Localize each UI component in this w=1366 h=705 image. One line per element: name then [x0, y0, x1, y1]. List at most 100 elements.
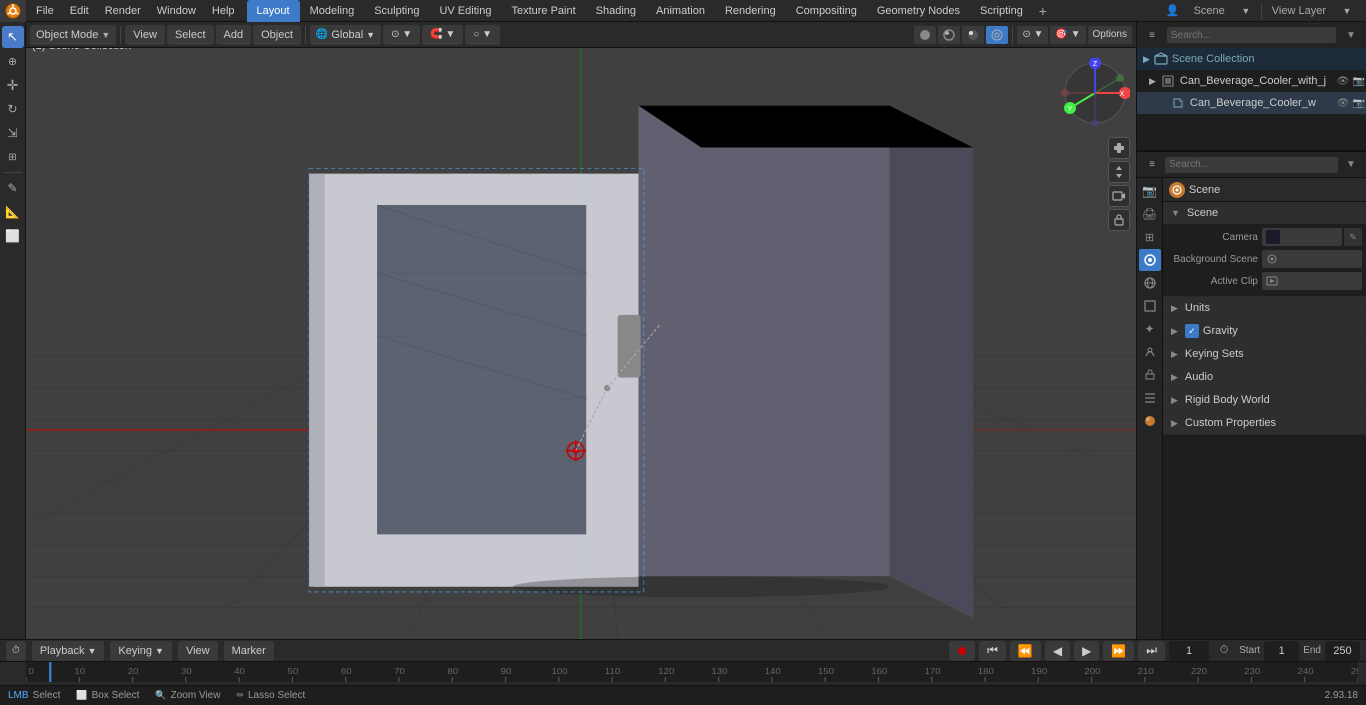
blender-logo[interactable]: [0, 0, 26, 22]
camera-view-btn[interactable]: [1108, 185, 1130, 207]
play-back-btn[interactable]: ◀: [1045, 641, 1070, 661]
prop-viewlayer-icon[interactable]: ⊞: [1139, 226, 1161, 248]
tool-add-cube[interactable]: ⬜: [2, 225, 24, 247]
item-render-icon-1[interactable]: 📷: [1352, 96, 1366, 110]
outliner-filter-btn[interactable]: ▼: [1340, 24, 1362, 46]
tab-modeling[interactable]: Modeling: [300, 0, 365, 22]
custom-properties-header[interactable]: ▶ Custom Properties: [1163, 412, 1366, 434]
timing-icon[interactable]: ⏱: [1213, 640, 1235, 662]
tab-rendering[interactable]: Rendering: [715, 0, 786, 22]
prop-constraints-icon[interactable]: [1139, 364, 1161, 386]
tab-sculpting[interactable]: Sculpting: [364, 0, 429, 22]
keying-btn[interactable]: Keying ▼: [110, 641, 172, 661]
tool-annotate[interactable]: ✎: [2, 177, 24, 199]
prop-render-icon[interactable]: 📷: [1139, 180, 1161, 202]
view-layer-icon[interactable]: View Layer: [1266, 0, 1332, 22]
tool-rotate[interactable]: ↻: [2, 98, 24, 120]
marker-btn[interactable]: Marker: [224, 641, 274, 661]
camera-edit-icon[interactable]: ✎: [1344, 228, 1362, 246]
snap-btn[interactable]: 🧲 ▼: [422, 25, 463, 45]
tab-texture-paint[interactable]: Texture Paint: [501, 0, 585, 22]
active-clip-value[interactable]: [1262, 272, 1362, 290]
viewport-shading-material[interactable]: [938, 26, 960, 44]
tool-measure[interactable]: 📐: [2, 201, 24, 223]
tool-scale[interactable]: ⇲: [2, 122, 24, 144]
tool-cursor[interactable]: ⊕: [2, 50, 24, 72]
view-layer-options-icon[interactable]: ▼: [1336, 0, 1358, 22]
timeline-track[interactable]: 0 10 20 30 40 50 60 70 80: [26, 662, 1358, 682]
scene-options-icon[interactable]: ▼: [1235, 0, 1257, 22]
overlays-btn[interactable]: ⊙ ▼: [1017, 26, 1048, 44]
tab-uv-editing[interactable]: UV Editing: [429, 0, 501, 22]
proportional-btn[interactable]: ○ ▼: [465, 25, 500, 45]
object-mode-dropdown[interactable]: Object Mode ▼: [30, 25, 116, 45]
camera-value[interactable]: [1262, 228, 1342, 246]
keying-sets-header[interactable]: ▶ Keying Sets: [1163, 343, 1366, 365]
frame-counter[interactable]: 1: [1169, 641, 1209, 661]
outliner-icon[interactable]: ≡: [1141, 24, 1163, 46]
step-back-btn[interactable]: ⏪: [1010, 641, 1041, 661]
transform-dropdown[interactable]: 🌐 Global ▼: [310, 25, 381, 45]
prop-physics-icon[interactable]: [1139, 341, 1161, 363]
viewport-gizmo[interactable]: X Y Z: [1060, 58, 1130, 128]
start-frame[interactable]: 1: [1264, 641, 1299, 661]
menu-window[interactable]: Window: [149, 0, 204, 22]
jump-end-btn[interactable]: ⏭: [1138, 641, 1165, 661]
scene-selector[interactable]: Scene: [1188, 0, 1231, 22]
object-menu[interactable]: Object: [253, 25, 301, 45]
prop-world-icon[interactable]: [1139, 272, 1161, 294]
add-menu[interactable]: Add: [216, 25, 252, 45]
record-btn[interactable]: [949, 641, 975, 661]
props-menu-icon[interactable]: ≡: [1141, 154, 1163, 176]
menu-edit[interactable]: Edit: [62, 0, 97, 22]
tab-animation[interactable]: Animation: [646, 0, 715, 22]
user-icon[interactable]: 👤: [1162, 0, 1184, 22]
background-scene-value[interactable]: [1262, 250, 1362, 268]
view-menu[interactable]: View: [125, 25, 165, 45]
pivot-dropdown[interactable]: ⊙ ▼: [383, 25, 420, 45]
gravity-header[interactable]: ▶ ✓ Gravity: [1163, 320, 1366, 342]
item-visibility-icon[interactable]: 👁: [1336, 74, 1350, 88]
tab-shading[interactable]: Shading: [586, 0, 646, 22]
options-btn[interactable]: Options: [1088, 26, 1132, 44]
jump-start-btn[interactable]: ⏮: [979, 641, 1006, 661]
timeline-scrollbar[interactable]: [1358, 662, 1366, 682]
outliner-search[interactable]: [1167, 27, 1336, 43]
gizmos-btn[interactable]: 🎯 ▼: [1050, 26, 1085, 44]
outliner-item-0[interactable]: ▶ Can_Beverage_Cooler_with_j 👁 📷: [1137, 70, 1366, 92]
gravity-checkbox[interactable]: ✓: [1185, 324, 1199, 338]
step-fwd-btn[interactable]: ⏩: [1103, 641, 1134, 661]
scene-section-header[interactable]: ▼ Scene: [1163, 202, 1366, 224]
viewport-3d-container[interactable]: User Perspective (1) Scene Collection X: [26, 22, 1136, 639]
properties-filter-icon[interactable]: ▼: [1340, 154, 1362, 176]
end-frame[interactable]: 250: [1325, 641, 1360, 661]
select-menu[interactable]: Select: [167, 25, 214, 45]
add-workspace-btn[interactable]: +: [1033, 1, 1053, 21]
menu-render[interactable]: Render: [97, 0, 149, 22]
tab-layout[interactable]: Layout: [247, 0, 300, 22]
playback-btn[interactable]: Playback ▼: [32, 641, 105, 661]
item-render-icon[interactable]: 📷: [1352, 74, 1366, 88]
pan-btn[interactable]: [1108, 161, 1130, 183]
rigid-body-header[interactable]: ▶ Rigid Body World: [1163, 389, 1366, 411]
properties-search[interactable]: [1165, 157, 1338, 173]
prop-data-icon[interactable]: [1139, 387, 1161, 409]
zoom-camera-btn[interactable]: [1108, 137, 1130, 159]
audio-header[interactable]: ▶ Audio: [1163, 366, 1366, 388]
lock-to-object-btn[interactable]: [1108, 209, 1130, 231]
tab-geometry-nodes[interactable]: Geometry Nodes: [867, 0, 970, 22]
tab-compositing[interactable]: Compositing: [786, 0, 867, 22]
prop-object-icon[interactable]: [1139, 295, 1161, 317]
viewport-shading-solid[interactable]: [914, 26, 936, 44]
timeline-view-btn[interactable]: View: [178, 641, 218, 661]
outliner-item-1[interactable]: ▶ Can_Beverage_Cooler_w 👁 📷: [1137, 92, 1366, 114]
units-header[interactable]: ▶ Units: [1163, 297, 1366, 319]
menu-help[interactable]: Help: [204, 0, 243, 22]
tool-transform[interactable]: ⊞: [2, 146, 24, 168]
tool-move[interactable]: ✛: [2, 74, 24, 96]
prop-particles-icon[interactable]: ✦: [1139, 318, 1161, 340]
tab-scripting[interactable]: Scripting: [970, 0, 1033, 22]
play-btn[interactable]: ▶: [1074, 641, 1099, 661]
tool-select[interactable]: ↖: [2, 26, 24, 48]
prop-material-icon[interactable]: [1139, 410, 1161, 432]
